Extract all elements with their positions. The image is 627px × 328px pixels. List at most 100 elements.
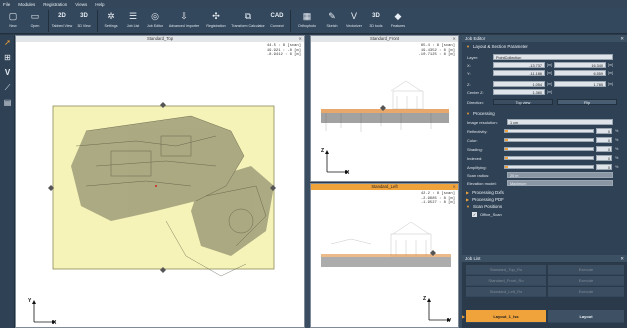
job-action-button[interactable]: Execute (548, 287, 624, 297)
slider-track[interactable] (504, 156, 594, 160)
toolbar-label: Settings (104, 24, 118, 28)
slider-fill (505, 148, 508, 150)
job-name-cell[interactable]: Standard_Top_Ro (466, 265, 546, 275)
toolbar-label: Job Editor (146, 24, 164, 28)
axis-gizmo-front: Z X (321, 148, 350, 176)
chevron-down-icon: ▼ (466, 111, 470, 116)
toolbar-button-6[interactable]: ◎ Job Editor (144, 8, 166, 33)
toolbar-button-5[interactable]: ☰ Job List (122, 8, 144, 33)
slider-track[interactable] (504, 129, 594, 133)
file-icon: ▢ (8, 11, 18, 21)
z-min-field[interactable]: 1.054 (493, 81, 545, 87)
job-name-cell[interactable]: Standard_Front_Ro (466, 276, 546, 286)
y-min-field[interactable]: -11.186 (493, 70, 545, 76)
slider-value-field[interactable]: 0 (596, 146, 612, 152)
job-action-button[interactable]: Layout (548, 310, 624, 323)
slider-track[interactable] (504, 165, 594, 169)
layers-icon[interactable]: ▤ (0, 95, 15, 110)
menu-modules[interactable]: Modules (18, 2, 35, 7)
axis-gizmo-top: Y X (28, 298, 57, 326)
toolbar-button-3[interactable]: 3D 3D View (73, 8, 95, 33)
scan-radius-select[interactable]: 20 m (507, 172, 613, 178)
close-icon[interactable]: ✕ (620, 255, 624, 262)
slider-value-field[interactable]: 0 (596, 155, 612, 161)
toolbar-button-15[interactable]: ◆ Features (387, 8, 409, 33)
transform-icon: ⧉ (244, 11, 252, 21)
axis-gizmo-left: Z Y (423, 296, 452, 324)
toolbar-label: Tabbed View (51, 24, 73, 28)
vector-icon[interactable]: V (0, 65, 15, 80)
close-icon[interactable]: ✕ (620, 35, 624, 42)
percent-unit: % (615, 138, 619, 142)
toolbar-separator (290, 10, 291, 32)
toolbar-button-9[interactable]: ⧉ Transform Calculator (230, 8, 266, 33)
toolbar-button-2[interactable]: 2D Tabbed View (51, 8, 73, 33)
section-processing-dxf[interactable]: ▶ Processing Dxfs (462, 189, 627, 196)
line-icon[interactable]: ⟋ (0, 80, 15, 95)
play-icon[interactable]: ▶ (462, 310, 466, 323)
toolbar-button-14[interactable]: 3D 3D tools (365, 8, 387, 33)
elevation-model-select[interactable]: Maximum (507, 180, 613, 186)
percent-unit: % (615, 129, 619, 133)
menu-bar: File Modules Registration Views Help (0, 0, 627, 8)
cursor-icon[interactable]: ➚ (0, 35, 15, 50)
gear-icon: ✲ (107, 11, 115, 21)
slider-group: Reflectivity: 0% Color: 0% Shading: 0% Indexed… (462, 127, 627, 171)
scan-position-item[interactable]: ✓ Office_Scan (462, 210, 627, 218)
measure-icon[interactable]: ⊞ (0, 50, 15, 65)
slider-track[interactable] (504, 147, 594, 151)
job-action-button[interactable]: Execute (548, 265, 624, 275)
toolbar-button-12[interactable]: ✎ Sketch (321, 8, 343, 33)
toolbar: ▢ New ▭ Open 2D Tabbed View 3D 3D View ✲ Settings… (0, 8, 627, 34)
layer-select[interactable]: PointCollection (493, 54, 613, 60)
x-min-field[interactable]: -13.737 (493, 62, 545, 68)
menu-file[interactable]: File (3, 2, 10, 7)
direction-button[interactable]: Top view (493, 99, 553, 105)
section-scan-positions[interactable]: ▼ Scan Positions (462, 203, 627, 210)
toolbar-label: New (9, 24, 17, 28)
slider-row: Amplifying: 0% (462, 163, 627, 171)
slider-track[interactable] (504, 138, 594, 142)
menu-registration[interactable]: Registration (43, 2, 67, 7)
view-standard-front[interactable]: Standard_Front ✕ 65.4 : 8 [scan] 19.4352 :… (310, 35, 459, 182)
toolbar-label: Features (390, 24, 406, 28)
section-box-top[interactable] (16, 36, 305, 328)
section-processing-pdf[interactable]: ▶ Processing PDF (462, 196, 627, 203)
checkbox-icon[interactable]: ✓ (472, 211, 477, 217)
menu-help[interactable]: Help (95, 2, 104, 7)
y-max-field[interactable]: 6.559 (554, 70, 606, 76)
slider-value-field[interactable]: 0 (596, 128, 612, 134)
toolbar-label: Sketch (326, 24, 338, 28)
view-standard-top[interactable]: Standard_Top ✕ 44.5 : 8 [scan] 19.921 : -8… (15, 35, 305, 328)
toolbar-button-7[interactable]: ⇩ Advanced Importer (166, 8, 202, 33)
toolbar-button-0[interactable]: ▢ New (2, 8, 24, 33)
job-action-button[interactable]: Execute (548, 276, 624, 286)
x-max-field[interactable]: 16.340 (554, 62, 606, 68)
slider-label: Color: (467, 137, 478, 143)
toolbar-button-1[interactable]: ▭ Open (24, 8, 46, 33)
slider-label: Reflectivity: (467, 128, 488, 134)
toolbar-label: Job List (126, 24, 140, 28)
toolbar-label: 3D tools (369, 24, 383, 28)
toolbar-button-11[interactable]: ▦ Orthophoto (293, 8, 321, 33)
toolbar-button-4[interactable]: ✲ Settings (100, 8, 122, 33)
toolbar-button-10[interactable]: CAD Connect (266, 8, 288, 33)
job-name-cell[interactable]: Layout_1_lss (466, 310, 546, 323)
toolbar-label: Vectorizer (346, 24, 362, 28)
slider-value-field[interactable]: 0 (596, 137, 612, 143)
view-standard-left[interactable]: Standard_Left ✕ 42.2 : 8 [scan] -2.9685 : … (310, 183, 459, 328)
layer-row: Layer: PointCollection (462, 53, 627, 61)
z-max-field[interactable]: 1.785 (554, 81, 606, 87)
center-z-field[interactable]: 1.380 (493, 89, 545, 95)
features-icon: ◆ (394, 11, 402, 21)
list-icon: ☰ (128, 11, 138, 21)
flip-button[interactable]: Flip (557, 99, 617, 105)
job-name-cell[interactable]: Standard_Left_Ro (466, 287, 546, 297)
section-processing[interactable]: ▼ Processing (462, 110, 627, 117)
slider-value-field[interactable]: 0 (596, 164, 612, 170)
menu-views[interactable]: Views (75, 2, 87, 7)
image-resolution-select[interactable]: 1 cm (507, 119, 613, 125)
section-layout[interactable]: ▼ Layout & Section Parameter (462, 43, 627, 50)
toolbar-button-8[interactable]: ✣ Registration (202, 8, 230, 33)
toolbar-button-13[interactable]: V Vectorizer (343, 8, 365, 33)
